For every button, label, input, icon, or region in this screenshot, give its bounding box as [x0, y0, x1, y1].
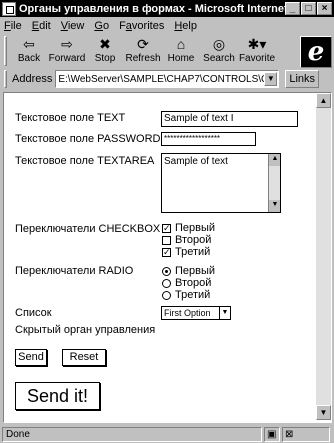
text-field-label: Текстовое поле TEXT: [15, 112, 126, 124]
checkbox-checked-icon[interactable]: ✓: [162, 223, 171, 233]
menu-favorites-pre: F: [119, 19, 126, 32]
checkbox-third[interactable]: ✓ Третий: [162, 246, 210, 258]
list-selected-value: First Option: [164, 308, 211, 318]
close-button[interactable]: ×: [317, 2, 332, 15]
menu-favorites-rest: vorites: [131, 19, 165, 32]
address-dropdown-icon[interactable]: ▼: [264, 72, 278, 86]
stop-icon: ✖: [99, 36, 111, 52]
search-button[interactable]: ◎ Search: [200, 34, 238, 66]
status-text: Done: [2, 426, 262, 442]
back-button[interactable]: ⇦ Back: [10, 34, 48, 66]
window-title: Органы управления в формах - Microsoft I…: [19, 2, 285, 15]
scroll-down-icon[interactable]: ▼: [316, 405, 331, 420]
zone-icon: ⊠: [282, 426, 330, 442]
reset-button[interactable]: Reset: [62, 349, 106, 366]
menu-view[interactable]: View: [61, 20, 85, 32]
links-button[interactable]: Links: [285, 70, 320, 88]
favorites-button[interactable]: ✱▾ Favorite: [238, 34, 276, 66]
checkbox-checked-icon[interactable]: ✓: [162, 247, 171, 257]
search-icon: ◎: [212, 36, 226, 52]
forward-button[interactable]: ⇨ Forward: [48, 34, 86, 66]
window-controls: _ □ ×: [285, 2, 332, 15]
status-bar: Done ▣ ⊠: [0, 425, 334, 443]
menu-help[interactable]: Help: [174, 20, 197, 32]
chevron-down-icon[interactable]: ▼: [219, 307, 230, 319]
refresh-icon: ⟳: [137, 36, 149, 52]
form-content: Текстовое поле TEXT Sample of text I Тек…: [4, 93, 316, 420]
address-bar: Address E:\WebServer\SAMPLE\CHAP7\CONTRO…: [0, 68, 334, 90]
menu-go-rest: o: [102, 19, 110, 32]
radio-second[interactable]: Второй: [162, 277, 211, 289]
list-select[interactable]: First Option ▼: [161, 306, 231, 320]
home-button[interactable]: ⌂ Home: [162, 34, 200, 66]
textarea-scrollbar[interactable]: ▲ ▼: [268, 154, 280, 212]
refresh-button[interactable]: ⟳ Refresh: [124, 34, 162, 66]
address-label: Address: [12, 73, 53, 85]
window-app-icon[interactable]: [2, 1, 16, 16]
textarea-scroll-up-icon[interactable]: ▲: [269, 154, 280, 166]
scroll-up-icon[interactable]: ▲: [316, 93, 331, 108]
menu-view-rest: iew: [67, 19, 85, 32]
toolbar-grip[interactable]: [4, 36, 7, 66]
page-viewport: Текстовое поле TEXT Sample of text I Тек…: [3, 92, 332, 423]
forward-arrow-icon: ⇨: [61, 36, 73, 52]
radio-unselected-icon[interactable]: [162, 290, 171, 300]
ie-logo-icon: e: [300, 36, 332, 68]
page-scrollbar[interactable]: ▲ ▼: [316, 93, 331, 420]
checkbox-first[interactable]: ✓ Первый: [162, 222, 215, 234]
password-field-label: Текстовое поле PASSWORD: [15, 133, 161, 145]
textarea-value: Sample of text: [164, 156, 228, 167]
address-grip[interactable]: [4, 70, 7, 88]
menu-favorites[interactable]: Favorites: [119, 20, 164, 32]
menu-go[interactable]: Go: [94, 20, 109, 32]
list-label: Список: [15, 307, 52, 319]
radio-selected-icon[interactable]: [162, 266, 171, 276]
back-arrow-icon: ⇦: [23, 36, 35, 52]
menu-help-rest: elp: [182, 19, 197, 32]
menu-edit-rest: dit: [39, 19, 51, 32]
menu-file[interactable]: File: [4, 20, 22, 32]
textarea-scroll-down-icon[interactable]: ▼: [269, 200, 280, 212]
favorites-icon: ✱▾: [247, 36, 267, 52]
checkbox-unchecked-icon[interactable]: [162, 235, 171, 245]
minimize-button[interactable]: _: [285, 2, 300, 15]
maximize-button[interactable]: □: [301, 2, 316, 15]
textarea-input[interactable]: Sample of text ▲ ▼: [161, 153, 281, 213]
hidden-control-label: Скрытый орган управления: [15, 324, 156, 336]
password-input[interactable]: ******************: [161, 132, 256, 146]
checkbox-group-label: Переключатели CHECKBOX: [15, 223, 161, 235]
menu-file-rest: ile: [10, 19, 22, 32]
textarea-label: Текстовое поле TEXTAREA: [15, 155, 155, 167]
send-it-button[interactable]: Send it!: [15, 382, 100, 410]
title-bar: Органы управления в формах - Microsoft I…: [0, 0, 334, 17]
send-button[interactable]: Send: [15, 349, 47, 366]
checkbox-second[interactable]: Второй: [162, 234, 211, 246]
stop-button[interactable]: ✖ Stop: [86, 34, 124, 66]
menu-edit[interactable]: Edit: [32, 20, 51, 32]
radio-third[interactable]: Третий: [162, 289, 210, 301]
radio-unselected-icon[interactable]: [162, 278, 171, 288]
address-input[interactable]: E:\WebServer\SAMPLE\CHAP7\CONTROLS\CONTR…: [55, 70, 280, 88]
radio-first[interactable]: Первый: [162, 265, 215, 277]
address-value: E:\WebServer\SAMPLE\CHAP7\CONTROLS\CONTR…: [58, 73, 264, 85]
toolbar: ⇦ Back ⇨ Forward ✖ Stop ⟳ Refresh ⌂ Home…: [0, 34, 334, 68]
text-input[interactable]: Sample of text I: [161, 111, 298, 127]
radio-group-label: Переключатели RADIO: [15, 265, 134, 277]
security-zone-icon: ▣: [264, 426, 280, 442]
home-icon: ⌂: [176, 36, 186, 52]
menu-bar: File Edit View Go Favorites Help: [0, 17, 334, 34]
